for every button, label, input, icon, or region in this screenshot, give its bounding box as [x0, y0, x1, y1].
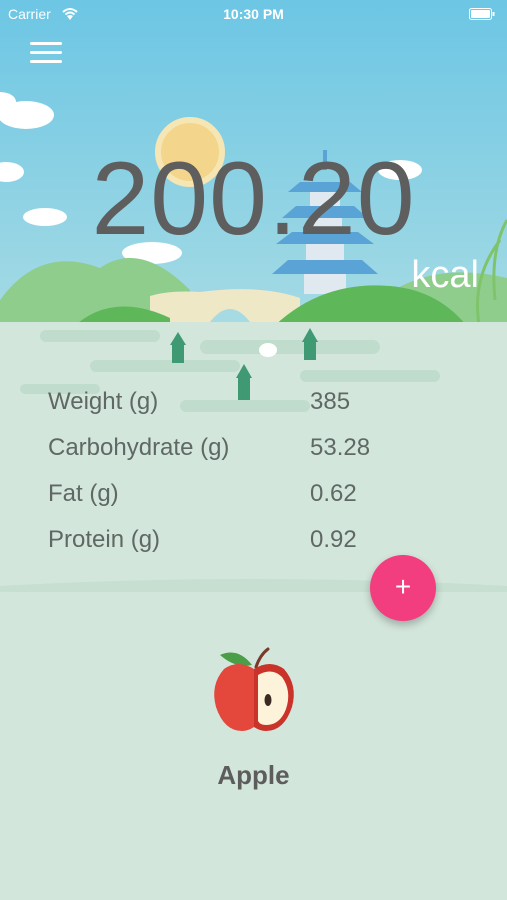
nutrient-label: Weight (g): [48, 388, 159, 415]
calorie-unit: kcal: [411, 254, 479, 296]
nutrient-label: Carbohydrate (g): [48, 434, 230, 461]
nutrient-value: 0.62: [310, 480, 357, 507]
app-screen: Carrier 10:30 PM 200.20 kcal Weight (g) …: [0, 0, 507, 900]
add-button[interactable]: +: [370, 555, 436, 621]
nutrient-label: Protein (g): [48, 526, 161, 553]
menu-icon: [30, 42, 62, 45]
nutrient-row-carbohydrate: Carbohydrate (g) 53.28: [48, 434, 448, 480]
status-time: 10:30 PM: [223, 6, 284, 22]
battery-icon: [469, 8, 495, 20]
menu-button[interactable]: [28, 40, 64, 66]
nutrient-value: 385: [310, 388, 351, 415]
nutrient-list: Weight (g) 385 Carbohydrate (g) 53.28 Fa…: [48, 388, 448, 572]
nutrient-row-fat: Fat (g) 0.62: [48, 480, 448, 526]
nutrient-label: Fat (g): [48, 480, 119, 507]
nutrient-value: 53.28: [310, 434, 371, 461]
status-bar: Carrier 10:30 PM: [0, 0, 507, 30]
nutrient-value: 0.92: [310, 526, 357, 553]
apple-icon: [214, 647, 294, 731]
calorie-total: 200.20: [91, 141, 416, 257]
food-name: Apple: [217, 760, 290, 790]
nutrient-row-weight: Weight (g) 385: [48, 388, 448, 434]
